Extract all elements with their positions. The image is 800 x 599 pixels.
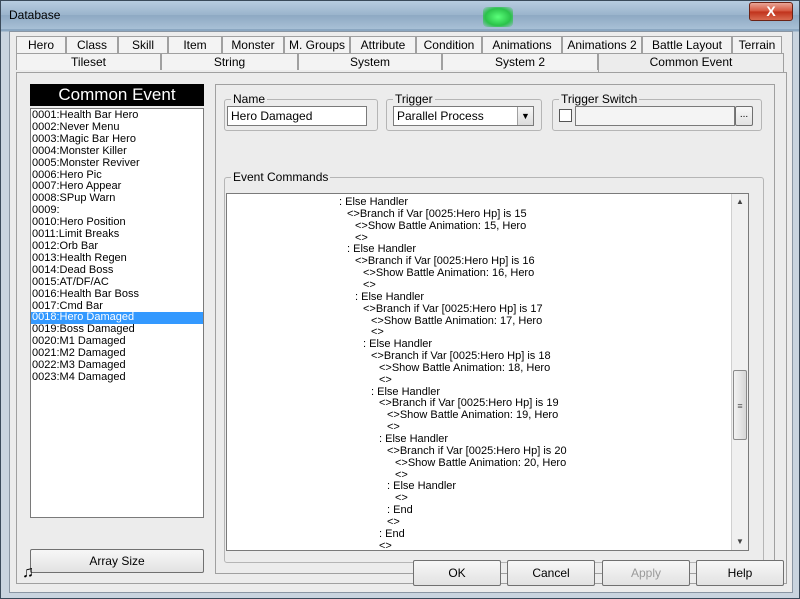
- tab-string[interactable]: String: [161, 53, 298, 70]
- command-line[interactable]: <>Show Battle Animation: 19, Hero: [387, 409, 558, 421]
- command-line[interactable]: <>Branch if Var [0025:Hero Hp] is 19: [379, 397, 559, 409]
- command-line[interactable]: : Else Handler: [363, 338, 432, 350]
- scroll-thumb[interactable]: ≡: [733, 370, 747, 440]
- command-line[interactable]: : Else Handler: [339, 196, 408, 208]
- title-bar[interactable]: Database X: [1, 1, 799, 29]
- tab-item[interactable]: Item: [168, 36, 222, 53]
- command-line[interactable]: <>Show Battle Animation: 15, Hero: [355, 220, 526, 232]
- command-line[interactable]: : End: [387, 504, 413, 516]
- common-event-header: Common Event: [30, 84, 204, 106]
- cancel-button[interactable]: Cancel: [507, 560, 595, 586]
- tab-hero[interactable]: Hero: [16, 36, 66, 53]
- tab-condition[interactable]: Condition: [416, 36, 482, 53]
- tab-class[interactable]: Class: [66, 36, 118, 53]
- dialog-client: Hero Class Skill Item Monster M. Groups Attrib…: [9, 31, 793, 593]
- trigger-select[interactable]: Parallel Process ▼: [393, 106, 534, 126]
- help-button[interactable]: Help: [696, 560, 784, 586]
- trigger-switch-group: Trigger Switch ...: [552, 92, 762, 131]
- trigger-switch-label: Trigger Switch: [559, 92, 640, 106]
- list-item[interactable]: 0005:Monster Reviver: [31, 157, 203, 170]
- command-line[interactable]: <>: [387, 516, 400, 528]
- tab-system[interactable]: System: [298, 53, 442, 70]
- command-line[interactable]: <>: [363, 279, 376, 291]
- tab-animations-2[interactable]: Animations 2: [562, 36, 642, 53]
- database-window: Database X Hero Class Skill Item Monster M. G…: [0, 0, 800, 599]
- command-line[interactable]: <>Branch if Var [0025:Hero Hp] is 18: [371, 350, 551, 362]
- command-line[interactable]: : Else Handler: [379, 433, 448, 445]
- command-line[interactable]: <>: [387, 421, 400, 433]
- event-editor: Name Hero Damaged Trigger Parallel Proce…: [215, 84, 775, 574]
- tab-animations[interactable]: Animations: [482, 36, 562, 53]
- name-group: Name Hero Damaged: [224, 92, 378, 131]
- name-group-label: Name: [231, 92, 268, 106]
- list-item[interactable]: 0023:M4 Damaged: [31, 371, 203, 384]
- command-line[interactable]: <>Branch if Var [0025:Hero Hp] is 17: [363, 303, 543, 315]
- list-item[interactable]: 0003:Magic Bar Hero: [31, 133, 203, 146]
- command-line[interactable]: <>Branch if Var [0025:Hero Hp] is 20: [387, 445, 567, 457]
- command-line[interactable]: <>: [379, 540, 392, 550]
- tab-battle-layout[interactable]: Battle Layout: [642, 36, 732, 53]
- event-commands-label: Event Commands: [231, 170, 331, 184]
- list-item[interactable]: 0004:Monster Killer: [31, 145, 203, 158]
- dialog-button-bar: ♫ OK Cancel Apply Help: [10, 552, 792, 592]
- command-line[interactable]: <>Branch if Var [0025:Hero Hp] is 15: [347, 208, 527, 220]
- command-line[interactable]: <>: [395, 492, 408, 504]
- tab-system-2[interactable]: System 2: [442, 53, 598, 70]
- tab-tileset[interactable]: Tileset: [16, 53, 161, 70]
- commands-scrollbar[interactable]: ▲ ≡ ▼: [731, 194, 748, 550]
- command-line[interactable]: <>: [355, 232, 368, 244]
- trigger-group: Trigger Parallel Process ▼: [386, 92, 542, 131]
- apply-button[interactable]: Apply: [602, 560, 690, 586]
- trigger-switch-field[interactable]: [575, 106, 735, 126]
- scroll-down-icon[interactable]: ▼: [732, 534, 748, 550]
- list-item[interactable]: 0013:Health Regen: [31, 252, 203, 265]
- trigger-select-value: Parallel Process: [397, 109, 484, 123]
- trigger-switch-checkbox[interactable]: [559, 109, 572, 122]
- tab-skill[interactable]: Skill: [118, 36, 168, 53]
- command-line[interactable]: <>: [395, 469, 408, 481]
- command-line[interactable]: <>: [379, 374, 392, 386]
- trigger-group-label: Trigger: [393, 92, 435, 106]
- list-item[interactable]: 0015:AT/DF/AC: [31, 276, 203, 289]
- tab-attribute[interactable]: Attribute: [350, 36, 416, 53]
- command-line[interactable]: <>Show Battle Animation: 16, Hero: [363, 267, 534, 279]
- command-line[interactable]: <>Show Battle Animation: 17, Hero: [371, 315, 542, 327]
- trigger-switch-browse-button[interactable]: ...: [735, 106, 753, 126]
- tab-common-event[interactable]: Common Event: [598, 53, 784, 72]
- command-line[interactable]: : Else Handler: [355, 291, 424, 303]
- window-title: Database: [9, 8, 61, 22]
- command-line[interactable]: <>: [371, 326, 384, 338]
- title-glow-decoration: [483, 7, 513, 27]
- music-note-icon[interactable]: ♫: [22, 564, 34, 582]
- list-item[interactable]: 0014:Dead Boss: [31, 264, 203, 277]
- command-line[interactable]: : End: [379, 528, 405, 540]
- command-line[interactable]: <>Show Battle Animation: 20, Hero: [395, 457, 566, 469]
- tab-m-groups[interactable]: M. Groups: [284, 36, 350, 53]
- event-commands-list[interactable]: : Else Handler <>Branch if Var [0025:Hero…: [226, 193, 749, 551]
- close-button[interactable]: X: [749, 2, 793, 21]
- ok-button[interactable]: OK: [413, 560, 501, 586]
- tab-monster[interactable]: Monster: [222, 36, 284, 53]
- command-line[interactable]: : Else Handler: [371, 386, 440, 398]
- common-event-column: Common Event 0001:Health Bar Hero 0002:Ne…: [24, 84, 206, 574]
- scroll-up-icon[interactable]: ▲: [732, 194, 748, 210]
- command-line[interactable]: : Else Handler: [347, 243, 416, 255]
- common-event-list[interactable]: 0001:Health Bar Hero 0002:Never Menu 0003:…: [30, 108, 204, 518]
- command-line[interactable]: : Else Handler: [387, 480, 456, 492]
- list-item[interactable]: 0016:Health Bar Boss: [31, 288, 203, 301]
- tab-terrain[interactable]: Terrain: [732, 36, 782, 53]
- name-field[interactable]: Hero Damaged: [227, 106, 367, 126]
- command-line[interactable]: <>Branch if Var [0025:Hero Hp] is 16: [355, 255, 535, 267]
- command-line[interactable]: <>Show Battle Animation: 18, Hero: [379, 362, 550, 374]
- chevron-down-icon[interactable]: ▼: [517, 107, 533, 125]
